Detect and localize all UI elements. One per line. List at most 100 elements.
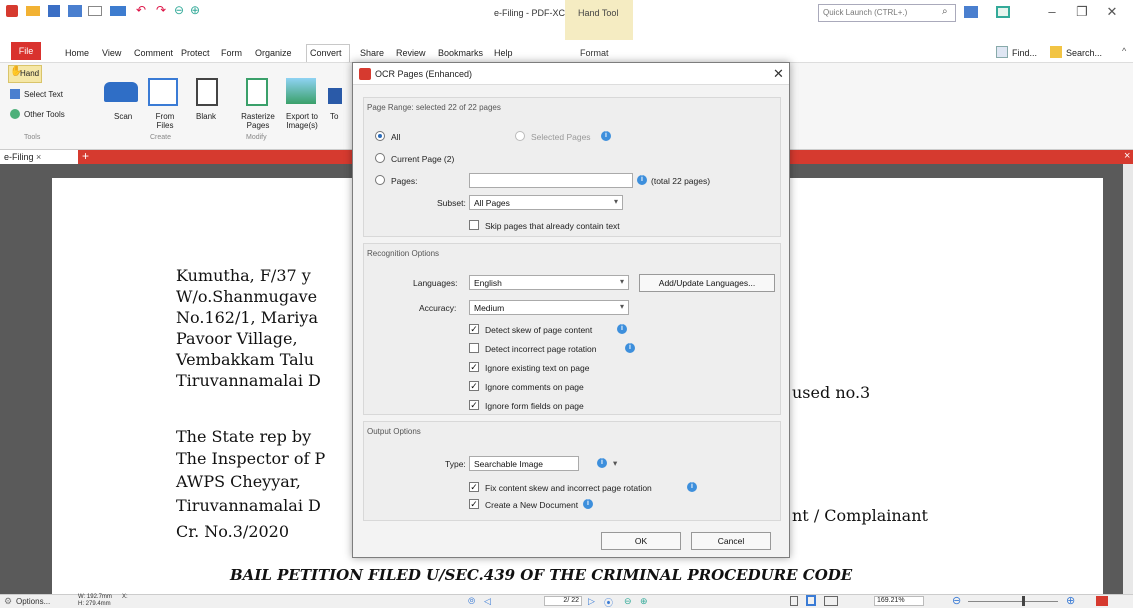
accuracy-select[interactable]: Medium ▾ [469, 300, 629, 315]
options-gear-icon[interactable]: ⚙ [4, 596, 12, 607]
menu-format[interactable]: Format [580, 48, 609, 58]
zoom-slider[interactable] [968, 601, 1058, 602]
menu-view[interactable]: View [102, 48, 121, 58]
document-tab[interactable]: e-Filing × [0, 150, 78, 164]
detect-rotation-label[interactable]: Detect incorrect page rotation [485, 344, 597, 354]
undo-icon[interactable]: ↶ [136, 3, 146, 17]
close-doc-icon[interactable]: × [1124, 150, 1130, 162]
facing-view-icon[interactable] [824, 596, 838, 606]
first-page-icon[interactable]: ⦾ [468, 596, 475, 607]
fix-skew-checkbox[interactable]: ✓ [469, 482, 479, 492]
skip-pages-checkbox[interactable] [469, 220, 479, 230]
restore-button[interactable]: ❐ [1070, 4, 1094, 24]
ignore-text-label[interactable]: Ignore existing text on page [485, 363, 589, 373]
menu-bookmarks[interactable]: Bookmarks [438, 48, 483, 58]
menu-form[interactable]: Form [221, 48, 242, 58]
detect-skew-checkbox[interactable]: ✓ [469, 324, 479, 334]
continuous-view-icon[interactable] [806, 595, 816, 606]
range-all-label[interactable]: All [391, 132, 400, 142]
range-pages-radio[interactable] [375, 175, 385, 185]
save-icon[interactable] [48, 5, 60, 17]
detect-rotation-checkbox[interactable] [469, 343, 479, 353]
range-all-radio[interactable] [375, 131, 385, 141]
view-forward-icon[interactable]: ⊕ [640, 596, 648, 607]
menu-organize[interactable]: Organize [255, 48, 292, 58]
fix-skew-label[interactable]: Fix content skew and incorrect page rota… [485, 483, 652, 493]
ignore-comments-label[interactable]: Ignore comments on page [485, 382, 584, 392]
zoom-in-icon[interactable]: ⊕ [1066, 594, 1075, 607]
menu-help[interactable]: Help [494, 48, 513, 58]
menu-home[interactable]: Home [65, 48, 89, 58]
other-tools-button[interactable]: Other Tools [24, 110, 65, 119]
find-icon[interactable] [996, 46, 1008, 58]
skip-pages-label[interactable]: Skip pages that already contain text [485, 221, 620, 231]
print-icon[interactable] [68, 5, 82, 17]
menu-protect[interactable]: Protect [181, 48, 210, 58]
ignore-form-fields-checkbox[interactable]: ✓ [469, 400, 479, 410]
search-docs-icon[interactable] [1050, 46, 1062, 58]
ignore-form-fields-label[interactable]: Ignore form fields on page [485, 401, 584, 411]
email-icon[interactable] [88, 6, 102, 16]
range-selected-label[interactable]: Selected Pages [531, 132, 591, 142]
options-button[interactable]: Options... [16, 597, 50, 606]
search-button[interactable]: Search... [1066, 48, 1102, 58]
close-tab-icon[interactable]: × [36, 152, 41, 162]
add-update-languages-button[interactable]: Add/Update Languages... [639, 274, 775, 292]
range-current-label[interactable]: Current Page (2) [391, 154, 454, 164]
tools-icon[interactable] [964, 6, 978, 18]
range-pages-label[interactable]: Pages: [391, 176, 417, 186]
view-back-icon[interactable]: ⊖ [624, 596, 632, 607]
new-document-label[interactable]: Create a New Document [485, 500, 578, 510]
vertical-scrollbar[interactable] [1123, 164, 1133, 596]
cancel-button[interactable]: Cancel [691, 532, 771, 550]
single-page-view-icon[interactable] [790, 596, 798, 606]
menu-comment[interactable]: Comment [134, 48, 173, 58]
pages-info-icon[interactable]: i [637, 175, 647, 185]
ok-button[interactable]: OK [601, 532, 681, 550]
selected-pages-info-icon[interactable]: i [601, 131, 611, 141]
zoom-out-icon[interactable]: ⊖ [952, 594, 961, 607]
to-button[interactable]: To [330, 112, 338, 121]
ignore-text-checkbox[interactable]: ✓ [469, 362, 479, 372]
redo-icon[interactable]: ↷ [156, 3, 166, 17]
type-info-icon[interactable]: i [597, 458, 607, 468]
last-page-icon[interactable]: ⦿ [604, 596, 613, 609]
grid-icon[interactable] [996, 6, 1010, 18]
fix-skew-info-icon[interactable]: i [687, 482, 697, 492]
quick-launch-input[interactable]: Quick Launch (CTRL+.) [818, 4, 956, 22]
detect-rotation-info-icon[interactable]: i [625, 343, 635, 353]
new-document-checkbox[interactable]: ✓ [469, 499, 479, 509]
dialog-close-icon[interactable]: ✕ [773, 66, 784, 82]
open-icon[interactable] [26, 6, 40, 16]
zoom-field[interactable]: 169.21% [874, 596, 924, 606]
range-selected-radio[interactable] [515, 131, 525, 141]
menu-review[interactable]: Review [396, 48, 426, 58]
menu-convert[interactable]: Convert [310, 48, 342, 58]
scan-icon[interactable] [110, 6, 126, 16]
search-icon[interactable]: ⌕ [942, 6, 948, 17]
new-tab-icon[interactable]: + [82, 149, 89, 163]
forward-icon[interactable]: ⊕ [190, 3, 200, 17]
languages-select[interactable]: English ▾ [469, 275, 629, 290]
pdf-action-icon[interactable] [1096, 596, 1108, 606]
rasterize-pages-button[interactable]: Rasterize Pages [240, 112, 276, 130]
close-button[interactable]: ✕ [1100, 4, 1124, 24]
detect-skew-info-icon[interactable]: i [617, 324, 627, 334]
menu-share[interactable]: Share [360, 48, 384, 58]
range-current-radio[interactable] [375, 153, 385, 163]
blank-button[interactable]: Blank [196, 112, 216, 121]
export-to-images-button[interactable]: Export to Image(s) [282, 112, 322, 130]
new-document-info-icon[interactable]: i [583, 499, 593, 509]
pages-input[interactable] [469, 173, 633, 188]
scan-button[interactable]: Scan [114, 112, 132, 121]
zoom-slider-thumb[interactable] [1022, 596, 1025, 606]
select-text-button[interactable]: Select Text [24, 90, 63, 99]
menu-file[interactable]: File [11, 42, 41, 60]
type-select[interactable]: Searchable Image [469, 456, 579, 471]
app-logo-icon[interactable] [6, 5, 18, 17]
subset-select[interactable]: All Pages ▾ [469, 195, 623, 210]
prev-page-icon[interactable]: ◁ [484, 596, 491, 607]
from-files-button[interactable]: From Files [150, 112, 180, 130]
detect-skew-label[interactable]: Detect skew of page content [485, 325, 592, 335]
ignore-comments-checkbox[interactable]: ✓ [469, 381, 479, 391]
